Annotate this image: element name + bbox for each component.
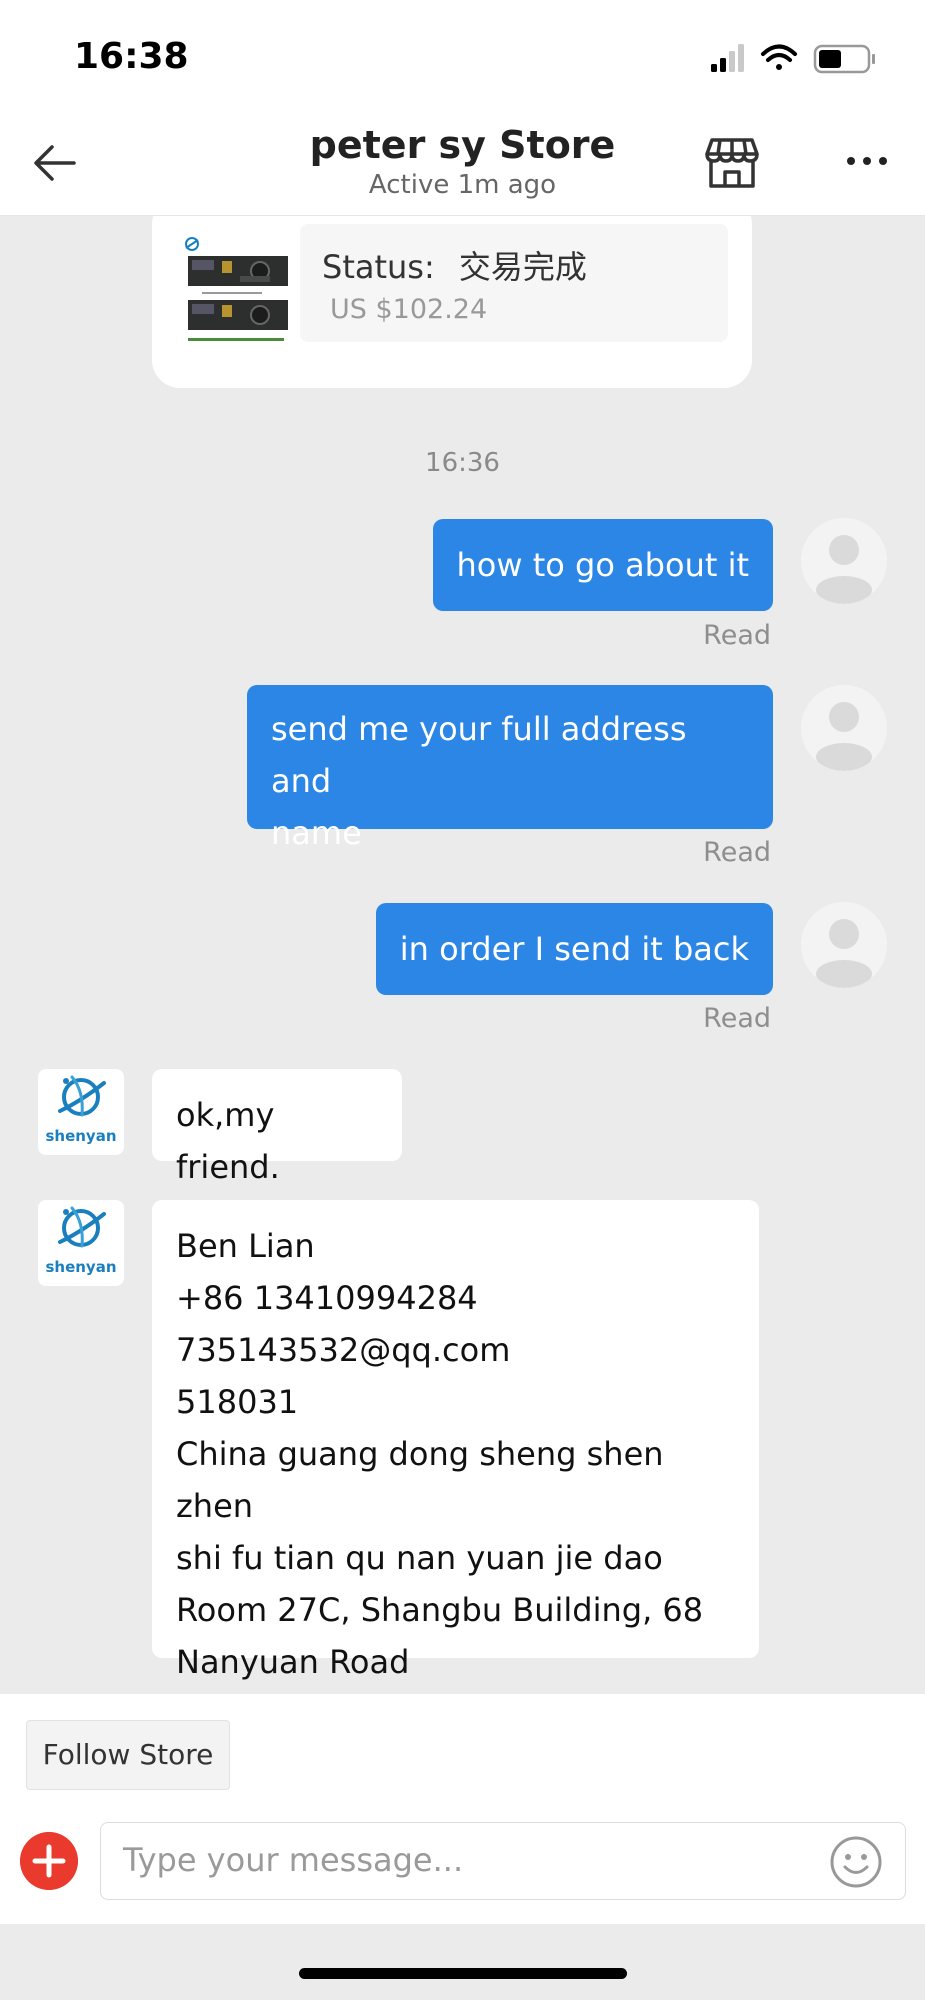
- message-text: how to go about it: [456, 546, 750, 584]
- incoming-message[interactable]: ok,my friend.: [152, 1069, 402, 1186]
- read-receipt: Read: [703, 620, 771, 651]
- store-avatar[interactable]: shenyan: [38, 1200, 124, 1286]
- store-title-block[interactable]: peter sy Store Active 1m ago: [0, 122, 925, 202]
- message-line: 518031: [176, 1383, 299, 1421]
- message-input[interactable]: Type your message...: [100, 1822, 906, 1900]
- signal-icon: [711, 44, 744, 72]
- outgoing-message[interactable]: send me your full address and name: [247, 685, 773, 852]
- status-icons: [711, 44, 875, 74]
- message-line: name: [271, 814, 362, 852]
- home-indicator[interactable]: [299, 1968, 627, 1979]
- battery-icon: [813, 44, 875, 74]
- order-status-value: 交易完成: [458, 248, 587, 286]
- store-logo-icon: [58, 1206, 106, 1248]
- emoji-icon[interactable]: [829, 1835, 883, 1889]
- message-text: ok,my friend.: [176, 1096, 280, 1186]
- store-logo-text: shenyan: [45, 1258, 117, 1276]
- user-avatar[interactable]: [801, 518, 887, 604]
- order-status: Status: 交易完成: [322, 242, 587, 288]
- read-receipt: Read: [703, 837, 771, 868]
- order-price: US $102.24: [330, 294, 488, 325]
- message-line: China guang dong sheng shen zhen: [176, 1435, 664, 1525]
- status-bar: 16:38: [0, 0, 925, 108]
- plus-icon[interactable]: [20, 1832, 78, 1890]
- store-logo-icon: [58, 1075, 106, 1117]
- active-status: Active 1m ago: [368, 170, 557, 200]
- message-line: +86 13410994284: [176, 1279, 478, 1317]
- user-avatar[interactable]: [801, 902, 887, 988]
- order-card[interactable]: Status: 交易完成 US $102.24: [152, 216, 752, 388]
- store-avatar[interactable]: shenyan: [38, 1069, 124, 1155]
- message-line: Room 27C, Shangbu Building, 68: [176, 1591, 704, 1629]
- follow-store-button[interactable]: Follow Store: [26, 1720, 230, 1790]
- store-logo-text: shenyan: [45, 1127, 117, 1145]
- message-line: 735143532@qq.com: [176, 1331, 511, 1369]
- user-avatar[interactable]: [801, 685, 887, 771]
- message-line: Ben Lian: [176, 1227, 315, 1265]
- order-info: Status: 交易完成 US $102.24: [300, 224, 728, 342]
- status-time: 16:38: [74, 36, 189, 77]
- wifi-icon: [761, 44, 797, 70]
- incoming-message[interactable]: Ben Lian +86 13410994284 735143532@qq.co…: [152, 1200, 759, 1681]
- more-icon[interactable]: [845, 146, 889, 176]
- message-line: send me your full address and: [271, 710, 687, 800]
- message-text: in order I send it back: [399, 930, 749, 968]
- composer-bar: Follow Store Type your message...: [0, 1694, 925, 1924]
- time-divider: 16:36: [425, 448, 500, 478]
- store-title: peter sy Store: [309, 123, 616, 167]
- message-line: Nanyuan Road: [176, 1643, 410, 1681]
- read-receipt: Read: [703, 1003, 771, 1034]
- outgoing-message[interactable]: how to go about it: [432, 519, 773, 611]
- chat-area[interactable]: Status: 交易完成 US $102.24 16:36 how to go …: [0, 216, 925, 1694]
- order-status-label: Status:: [322, 248, 435, 286]
- outgoing-message[interactable]: in order I send it back: [375, 903, 773, 995]
- product-thumbnail: [182, 234, 294, 348]
- store-icon[interactable]: [704, 134, 760, 190]
- message-placeholder: Type your message...: [123, 1841, 464, 1879]
- message-line: shi fu tian qu nan yuan jie dao: [176, 1539, 663, 1577]
- chat-header: peter sy Store Active 1m ago: [0, 108, 925, 216]
